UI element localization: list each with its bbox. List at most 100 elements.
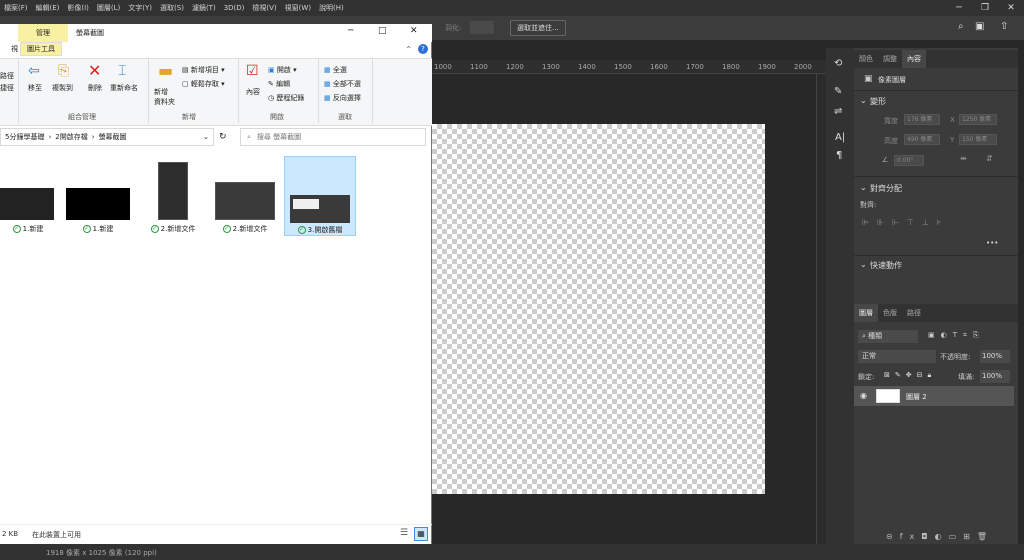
file-label[interactable]: ✓ 1.新建: [66, 224, 130, 234]
close-icon[interactable]: ✕: [410, 26, 418, 36]
layer-name[interactable]: 圖層 2: [906, 392, 927, 402]
copy-to-icon[interactable]: ⎘: [58, 63, 69, 79]
copy-path-button[interactable]: 路徑: [0, 71, 14, 81]
delete-button[interactable]: 刪除: [88, 83, 102, 93]
eye-icon[interactable]: ◉: [860, 391, 867, 400]
file-thumbnail[interactable]: [215, 182, 275, 220]
menu-help[interactable]: 說明(H): [315, 0, 348, 16]
maximize-icon[interactable]: □: [378, 26, 387, 36]
tab-view-partial[interactable]: 視: [0, 43, 18, 55]
blend-mode-select[interactable]: 正常: [858, 350, 936, 363]
refresh-icon[interactable]: ↻: [219, 132, 227, 142]
share-icon[interactable]: ⇧: [1000, 21, 1008, 32]
properties-icon[interactable]: ☑: [246, 63, 259, 79]
chevron-right-icon[interactable]: ›: [92, 133, 95, 141]
menu-file[interactable]: 檔案(F): [0, 0, 32, 16]
easy-access-button[interactable]: ▢ 輕鬆存取 ▾: [182, 79, 225, 89]
more-options-button[interactable]: •••: [986, 239, 998, 247]
fill-field[interactable]: 100%: [980, 370, 1010, 383]
move-to-button[interactable]: 移至: [28, 83, 42, 93]
history-button[interactable]: ◷ 歷程紀錄: [268, 93, 304, 103]
chevron-right-icon[interactable]: ›: [48, 133, 51, 141]
tab-color[interactable]: 顏色: [854, 50, 878, 68]
large-icons-view-icon[interactable]: ▦: [414, 527, 428, 541]
workspace-icon[interactable]: ▣: [975, 21, 984, 32]
properties-button[interactable]: 內容: [246, 87, 260, 97]
menu-type[interactable]: 文字(Y): [124, 0, 156, 16]
details-view-icon[interactable]: ☰: [400, 528, 408, 538]
tab-properties[interactable]: 內容: [902, 50, 926, 68]
select-and-mask-button[interactable]: 選取並遮住...: [510, 20, 566, 36]
breadcrumb-item[interactable]: 5分鐘學基礎: [5, 132, 44, 142]
select-all-button[interactable]: ▦ 全選: [324, 65, 347, 75]
help-icon[interactable]: ?: [418, 44, 428, 54]
file-item[interactable]: [0, 164, 58, 220]
history-icon[interactable]: ⟲: [834, 58, 842, 69]
brush-icon[interactable]: ✎: [834, 86, 842, 97]
rename-icon[interactable]: ⌶: [118, 63, 126, 79]
chevron-down-icon[interactable]: ⌄: [860, 183, 867, 192]
tab-adjustments[interactable]: 調整: [878, 50, 902, 68]
vertical-scrollbar[interactable]: [816, 74, 826, 544]
chevron-down-icon[interactable]: ⌄: [860, 260, 867, 269]
tab-layers[interactable]: 圖層: [854, 304, 878, 322]
breadcrumb-item[interactable]: 螢幕截圖: [99, 132, 127, 142]
menu-edit[interactable]: 編輯(E): [32, 0, 64, 16]
filter-icons[interactable]: ▣◐T⌗⎘: [928, 331, 985, 340]
paragraph-icon[interactable]: ¶: [836, 150, 842, 161]
feather-field[interactable]: [470, 21, 494, 34]
character-icon[interactable]: A|: [835, 132, 845, 143]
lock-icons[interactable]: ⊠✎✥⊟🔒︎: [884, 371, 936, 380]
file-thumbnail[interactable]: [66, 188, 130, 220]
file-label[interactable]: ✓ 2.新增文件: [212, 224, 278, 234]
search-box[interactable]: ⌕ 搜尋 螢幕截圖: [240, 128, 426, 146]
paste-shortcut-button[interactable]: 捷徑: [0, 83, 14, 93]
minimize-icon[interactable]: ─: [946, 0, 972, 16]
tab-paths[interactable]: 路徑: [902, 304, 926, 322]
move-to-icon[interactable]: ⇦: [28, 63, 40, 79]
address-bar[interactable]: 5分鐘學基礎 › 2開啟存檔 › 螢幕截圖 ⌄: [0, 128, 214, 146]
layer-filter-select[interactable]: ⌕ 種類: [858, 330, 918, 343]
layer-row[interactable]: ◉ 圖層 2: [854, 386, 1014, 406]
minimize-icon[interactable]: ─: [348, 26, 353, 36]
menu-layer[interactable]: 圖層(L): [93, 0, 124, 16]
adjust-icon[interactable]: ⇌: [834, 106, 842, 117]
menu-window[interactable]: 視窗(W): [281, 0, 315, 16]
opacity-field[interactable]: 100%: [980, 350, 1010, 363]
chevron-up-icon[interactable]: ⌃: [405, 45, 412, 54]
align-buttons[interactable]: ⊫⊪⊩⊤⊥⊧: [862, 218, 949, 227]
width-field[interactable]: 176 像素: [904, 114, 940, 125]
file-label[interactable]: ✓ 2.新增文件: [142, 224, 204, 234]
flip-horizontal-icon[interactable]: ⇹: [960, 154, 967, 163]
file-label[interactable]: ✓ 1.新建: [0, 224, 56, 234]
chevron-down-icon[interactable]: ⌄: [203, 133, 209, 141]
open-button[interactable]: ▣ 開啟 ▾: [268, 65, 297, 75]
copy-to-button[interactable]: 複製到: [52, 83, 73, 93]
file-item-selected[interactable]: ✓ 3.開啟舊檔: [284, 156, 356, 236]
restore-icon[interactable]: ❐: [972, 0, 998, 16]
file-label[interactable]: ✓ 3.開啟舊檔: [285, 225, 355, 235]
invert-selection-button[interactable]: ▦ 反向選擇: [324, 93, 361, 103]
menu-select[interactable]: 選取(S): [156, 0, 188, 16]
menu-image[interactable]: 影像(I): [63, 0, 93, 16]
layer-bottom-icons[interactable]: ⊝fx◘◐▭⊞🗑︎: [886, 532, 994, 541]
breadcrumb-item[interactable]: 2開啟存檔: [55, 132, 87, 142]
x-field[interactable]: 1250 像素: [959, 114, 997, 125]
new-item-button[interactable]: ▤ 新增項目 ▾: [182, 65, 225, 75]
edit-button[interactable]: ✎ 編輯: [268, 79, 290, 89]
rename-button[interactable]: 重新命名: [110, 83, 138, 93]
select-none-button[interactable]: ▦ 全部不選: [324, 79, 361, 89]
flip-vertical-icon[interactable]: ⇵: [986, 154, 993, 163]
new-folder-icon[interactable]: ▬: [158, 61, 173, 80]
tab-channels[interactable]: 色版: [878, 304, 902, 322]
menu-3d[interactable]: 3D(D): [220, 0, 249, 16]
search-icon[interactable]: ⌕: [958, 21, 964, 32]
y-field[interactable]: 150 像素: [959, 134, 997, 145]
menu-filter[interactable]: 濾鏡(T): [188, 0, 220, 16]
close-icon[interactable]: ✕: [998, 0, 1024, 16]
chevron-down-icon[interactable]: ⌄: [860, 96, 867, 105]
new-folder-button[interactable]: 新增 資料夾: [154, 87, 175, 107]
tab-picture-tools[interactable]: 圖片工具: [20, 42, 62, 56]
transparent-canvas[interactable]: [432, 124, 765, 494]
delete-icon[interactable]: ✕: [88, 61, 101, 80]
